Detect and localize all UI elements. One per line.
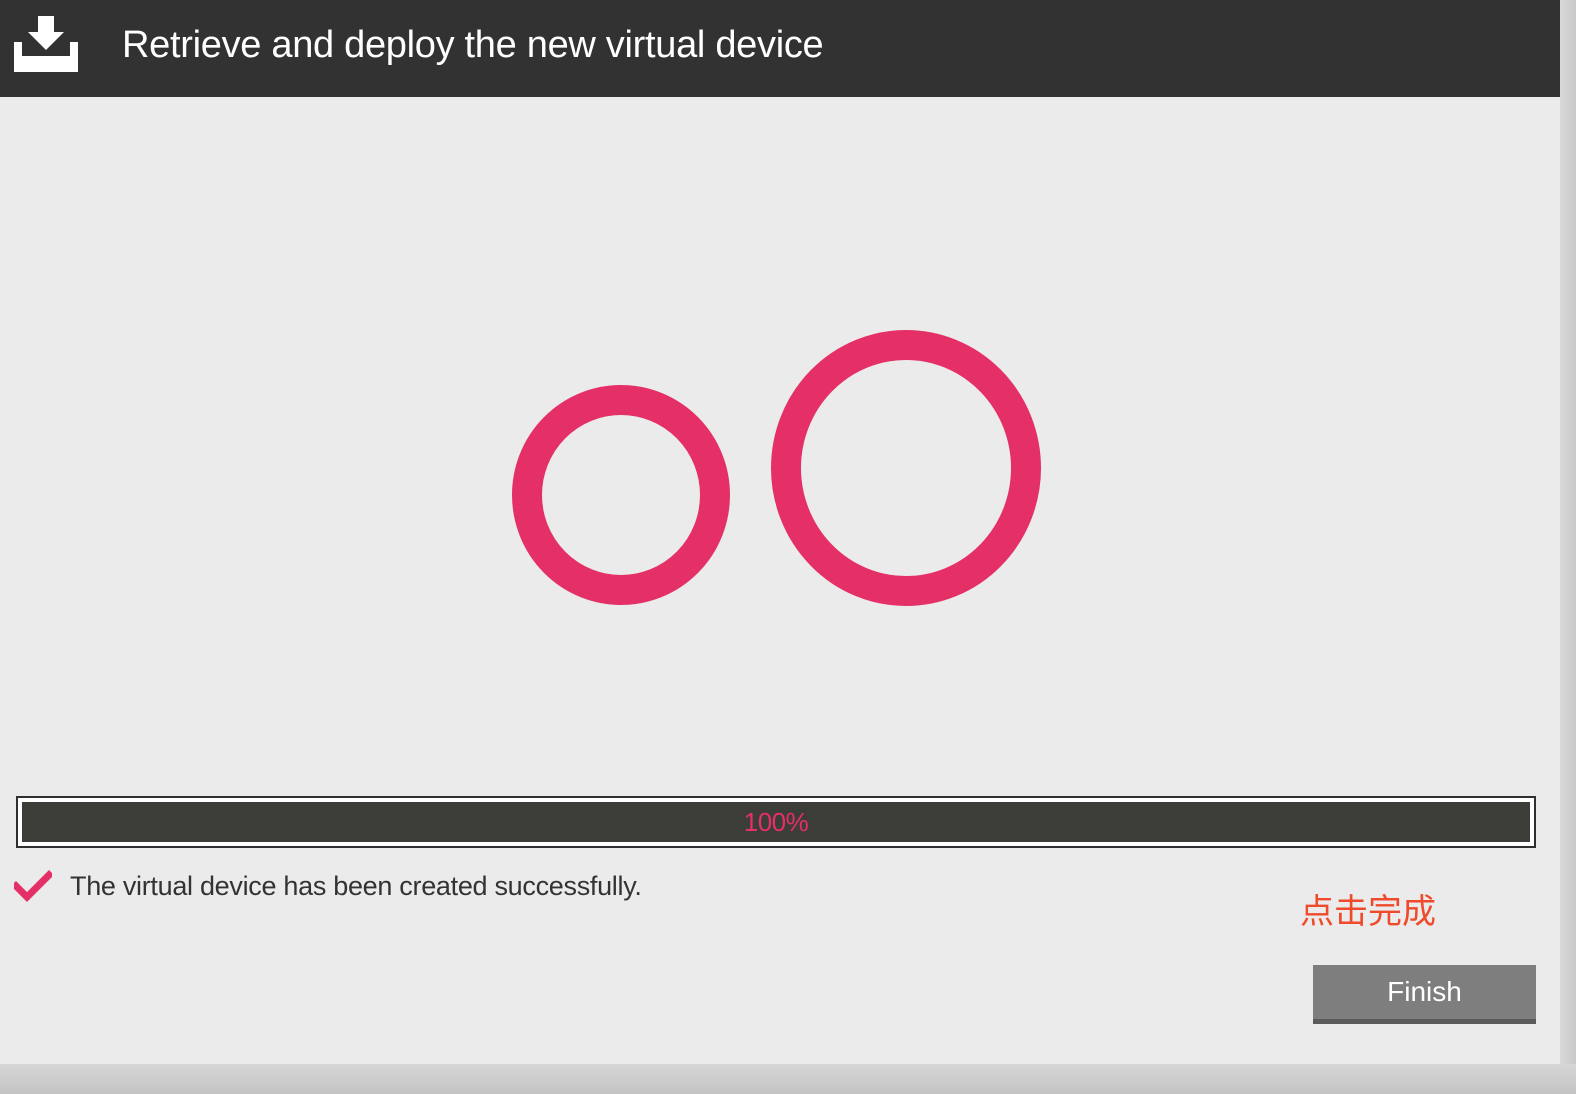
logo-small-circle bbox=[512, 385, 730, 605]
two-circles-logo bbox=[512, 330, 1041, 606]
checkmark-icon bbox=[14, 870, 52, 902]
window-shadow-bottom bbox=[0, 1064, 1576, 1094]
dialog-title: Retrieve and deploy the new virtual devi… bbox=[122, 24, 824, 66]
progress-bar: 100% bbox=[16, 796, 1536, 848]
status-message: The virtual device has been created succ… bbox=[70, 871, 642, 901]
progress-track: 100% bbox=[22, 802, 1530, 842]
status-row: The virtual device has been created succ… bbox=[14, 866, 914, 906]
logo-large-circle bbox=[771, 330, 1041, 606]
window-shadow-right bbox=[1560, 0, 1576, 1094]
annotation-label: 点击完成 bbox=[1300, 892, 1436, 932]
deploy-dialog: Retrieve and deploy the new virtual devi… bbox=[0, 0, 1560, 1064]
finish-button[interactable]: Finish bbox=[1313, 965, 1536, 1024]
download-tray-icon bbox=[14, 16, 78, 72]
dialog-titlebar: Retrieve and deploy the new virtual devi… bbox=[0, 0, 1560, 97]
progress-label: 100% bbox=[743, 807, 809, 837]
